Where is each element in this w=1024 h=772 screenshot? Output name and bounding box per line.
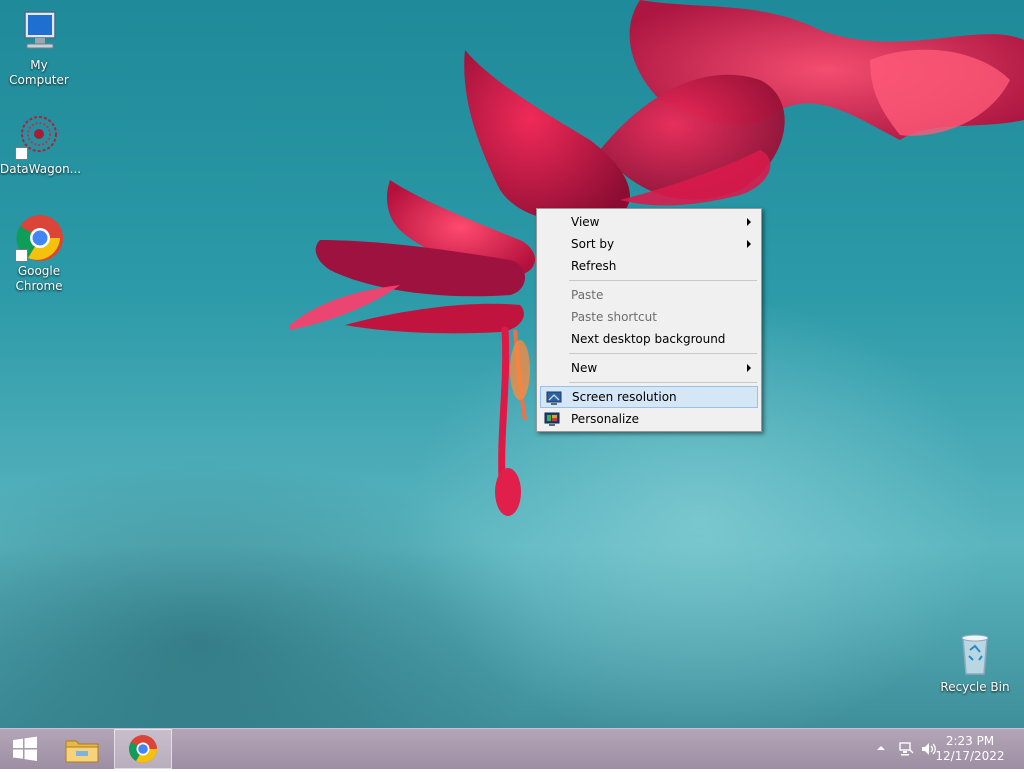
start-button[interactable]	[4, 729, 46, 769]
personalize-icon	[544, 412, 560, 426]
menu-item-label: Screen resolution	[572, 390, 677, 404]
menu-item-label: View	[571, 215, 600, 229]
menu-item-next-desktop-background[interactable]: Next desktop background	[539, 328, 759, 350]
menu-item-refresh[interactable]: Refresh	[539, 255, 759, 277]
menu-item-label: Paste shortcut	[571, 310, 657, 324]
taskbar-chrome[interactable]	[114, 729, 172, 769]
desktop-icon-label-line1: Google	[17, 264, 61, 278]
desktop-icon-datawagon[interactable]: DataWagon...	[0, 112, 82, 177]
menu-item-sort-by[interactable]: Sort by	[539, 233, 759, 255]
recycle-bin-icon	[951, 630, 999, 678]
menu-item-label: Paste	[571, 288, 604, 302]
taskbar: 2:23 PM 12/17/2022	[0, 728, 1024, 769]
submenu-arrow-icon	[747, 240, 751, 248]
menu-item-paste-shortcut: Paste shortcut	[539, 306, 759, 328]
menu-item-label: Refresh	[571, 259, 617, 273]
menu-item-view[interactable]: View	[539, 211, 759, 233]
desktop-icon-label: Recycle Bin	[940, 680, 1010, 694]
desktop-icon-label: My Computer	[9, 58, 69, 87]
desktop-icon-recycle-bin[interactable]: Recycle Bin	[936, 630, 1014, 695]
menu-separator	[569, 280, 757, 281]
menu-item-label: Next desktop background	[571, 332, 726, 346]
chrome-icon	[15, 214, 63, 262]
windows-logo-icon	[13, 736, 37, 761]
wallpaper-flower	[290, 0, 1024, 516]
clock-date: 12/17/2022	[935, 749, 1005, 763]
menu-separator	[569, 382, 757, 383]
desktop-icon-google-chrome[interactable]: Google Chrome	[0, 214, 78, 294]
menu-item-label: New	[571, 361, 598, 375]
desktop-icon-my-computer[interactable]: My Computer	[0, 8, 78, 88]
datawagon-icon	[15, 112, 63, 160]
screen-resolution-icon	[546, 391, 562, 405]
system-tray	[872, 729, 936, 769]
chrome-icon	[129, 735, 157, 763]
taskbar-file-explorer[interactable]	[58, 729, 106, 769]
shortcut-arrow-icon	[15, 147, 28, 160]
computer-icon	[15, 8, 63, 56]
desktop[interactable]: My Computer DataWagon... Google Chrome R…	[0, 0, 1024, 728]
menu-item-label: Personalize	[571, 412, 640, 426]
submenu-arrow-icon	[747, 364, 751, 372]
shortcut-arrow-icon	[15, 249, 28, 262]
menu-separator	[569, 353, 757, 354]
taskbar-clock[interactable]: 2:23 PM 12/17/2022	[930, 734, 1010, 764]
menu-item-personalize[interactable]: Personalize	[539, 408, 759, 430]
menu-item-label: Sort by	[571, 237, 615, 251]
menu-item-paste: Paste	[539, 284, 759, 306]
menu-item-screen-resolution[interactable]: Screen resolution	[540, 386, 758, 408]
menu-item-new[interactable]: New	[539, 357, 759, 379]
clock-time: 2:23 PM	[945, 734, 995, 748]
file-explorer-icon	[65, 740, 99, 763]
show-hidden-icons-arrow[interactable]	[876, 743, 886, 753]
desktop-context-menu: View Sort by Refresh Paste Paste shortcu…	[536, 208, 762, 432]
desktop-icon-label-line2: Chrome	[15, 279, 63, 293]
desktop-icon-label: DataWagon...	[0, 162, 82, 176]
network-icon[interactable]	[898, 741, 914, 757]
submenu-arrow-icon	[747, 218, 751, 226]
